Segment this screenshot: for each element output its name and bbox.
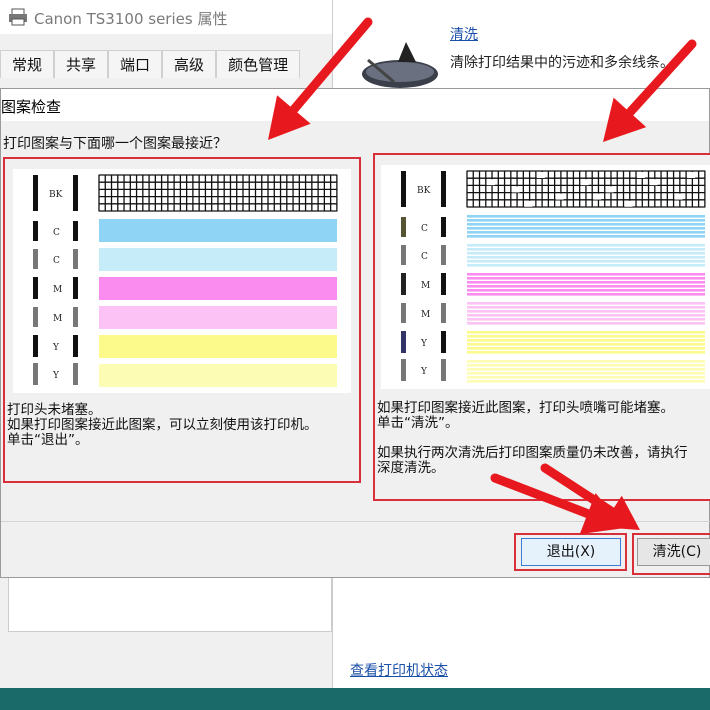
dialog-title-bar: 图案检查: [1, 89, 709, 121]
good-pattern-graphic: BK C C M M Y Y: [33, 174, 338, 387]
pattern-label-bk: BK: [49, 190, 63, 200]
view-printer-status-link[interactable]: 查看打印机状态: [350, 660, 448, 680]
dialog-title: 图案检查: [1, 98, 62, 116]
dialog-separator: [1, 521, 710, 522]
clogged-black-grid: [466, 170, 706, 208]
pattern-check-dialog: 图案检查 打印图案与下面哪一个图案最接近？ BK C C M M Y Y 打印头…: [0, 88, 710, 578]
clean-description: 清除打印结果中的污迹和多余线条。: [450, 55, 674, 71]
pattern-label-c1: C: [53, 228, 60, 238]
properties-content-panel: [8, 575, 332, 632]
tab-advanced[interactable]: 高级: [162, 50, 217, 78]
pattern-label-m1: M: [53, 285, 62, 295]
clogged-pattern-option[interactable]: BK C C M M Y Y 如果打印图案接近此图案，打印头喷嘴可能堵塞。 单击…: [373, 153, 710, 501]
exit-button[interactable]: 退出(X): [521, 538, 621, 566]
clogged-nozzle-pattern: BK C C M M Y Y: [381, 165, 710, 389]
properties-window-title: Canon TS3100 series 属性: [34, 10, 228, 28]
pattern-label-c2: C: [53, 256, 60, 266]
clean-link[interactable]: 清洗: [450, 24, 478, 44]
pattern-question: 打印图案与下面哪一个图案最接近？: [3, 136, 227, 152]
cleaning-icon: [362, 42, 438, 88]
good-pattern-option[interactable]: BK C C M M Y Y 打印头未堵塞。 如果打印图案接近此图案，可以立刻使…: [3, 157, 361, 483]
clogged-pattern-graphic: BK C C M M Y Y: [401, 170, 706, 383]
black-nozzle-grid: [98, 174, 338, 212]
tab-sharing[interactable]: 共享: [54, 50, 109, 78]
cyan-bar: [99, 219, 337, 242]
taskbar: [0, 688, 710, 710]
yellow-bar: [99, 335, 337, 358]
good-pattern-message: 打印头未堵塞。 如果打印图案接近此图案，可以立刻使用该打印机。 单击“退出”。: [7, 402, 318, 448]
good-nozzle-pattern: BK C C M M Y Y: [13, 169, 351, 393]
clogged-label-bk: BK: [417, 186, 431, 196]
light-yellow-bar: [99, 364, 337, 387]
tab-ports[interactable]: 端口: [108, 50, 163, 78]
pattern-label-y1: Y: [52, 343, 60, 353]
pattern-label-m2: M: [53, 314, 62, 324]
clogged-label-c1: C: [421, 224, 428, 234]
printer-icon: [9, 8, 27, 26]
properties-tab-strip: 常规 共享 端口 高级 颜色管理: [0, 50, 301, 78]
clogged-label-m2: M: [421, 310, 430, 320]
magenta-bar: [99, 277, 337, 300]
tab-general[interactable]: 常规: [0, 50, 55, 78]
clogged-label-m1: M: [421, 281, 430, 291]
clean-button[interactable]: 清洗(C): [637, 538, 710, 566]
clogged-pattern-message: 如果打印图案接近此图案，打印头喷嘴可能堵塞。 单击“清洗”。 如果执行两次清洗后…: [377, 400, 688, 476]
clogged-label-y2: Y: [420, 367, 428, 377]
clogged-label-c2: C: [421, 252, 428, 262]
clogged-label-y1: Y: [420, 339, 428, 349]
pattern-label-y2: Y: [52, 371, 60, 381]
baidu-url-watermark: jingyan.baidu.com: [568, 676, 670, 689]
baidu-logo-watermark: Bai 经验: [584, 646, 692, 676]
tab-color-management[interactable]: 颜色管理: [216, 50, 301, 78]
light-magenta-bar: [99, 306, 337, 329]
properties-title-bar: Canon TS3100 series 属性: [0, 0, 332, 34]
light-cyan-bar: [99, 248, 337, 271]
clogged-color-bars: [467, 215, 705, 383]
